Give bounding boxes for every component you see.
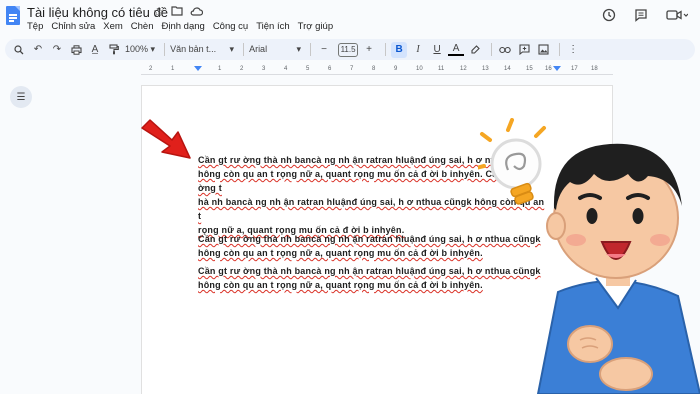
menu-extensions[interactable]: Tiện ích bbox=[256, 21, 289, 32]
insert-link-icon[interactable] bbox=[497, 42, 513, 58]
print-icon[interactable] bbox=[68, 42, 84, 58]
document-outline-button[interactable]: ☰ bbox=[10, 86, 32, 108]
ruler-tick: 9 bbox=[394, 66, 398, 72]
chevron-down-icon: ▾ bbox=[229, 44, 235, 54]
ruler-tick: 13 bbox=[482, 66, 489, 72]
document-title[interactable]: Tài liệu không có tiêu đề bbox=[27, 5, 168, 20]
ruler-tick: 2 bbox=[149, 66, 153, 72]
menu-format[interactable]: Định dạng bbox=[162, 21, 205, 32]
toolbar-divider bbox=[164, 43, 166, 56]
zoom-select[interactable]: 100% ▾ bbox=[125, 44, 155, 55]
header-right-actions bbox=[602, 8, 689, 25]
left-indent-marker[interactable] bbox=[194, 66, 202, 71]
title-bar: Tài liệu không có tiêu đề ☆ Tệp Chỉnh sử… bbox=[0, 0, 700, 37]
ruler-tick: 7 bbox=[350, 66, 354, 72]
ruler-tick: 5 bbox=[306, 66, 310, 72]
font-value: Arial bbox=[249, 44, 268, 54]
idea-man-illustration bbox=[478, 118, 700, 394]
horizontal-ruler: 2 1 1 2 3 4 5 6 7 8 9 10 11 12 13 14 15 … bbox=[141, 65, 613, 75]
ruler-tick: 11 bbox=[438, 66, 445, 72]
toolbar-divider bbox=[559, 43, 561, 56]
list-icon: ☰ bbox=[16, 91, 26, 103]
ruler-tick: 1 bbox=[218, 66, 222, 72]
ruler-tick: 6 bbox=[328, 66, 332, 72]
bold-button[interactable]: B bbox=[391, 41, 408, 58]
italic-button[interactable]: I bbox=[410, 42, 426, 58]
toolbar-divider bbox=[491, 43, 493, 56]
comments-icon[interactable] bbox=[634, 8, 648, 25]
menu-file[interactable]: Tệp bbox=[27, 21, 43, 32]
add-comment-icon[interactable] bbox=[516, 42, 532, 58]
chevron-down-icon: ▾ bbox=[296, 44, 302, 54]
ruler-tick: 10 bbox=[416, 66, 423, 72]
paint-format-icon[interactable] bbox=[106, 42, 122, 58]
menu-tools[interactable]: Công cụ bbox=[213, 21, 248, 32]
highlight-color-icon[interactable] bbox=[467, 42, 483, 58]
decrease-font-size-button[interactable]: − bbox=[316, 42, 332, 58]
ruler-tick: 15 bbox=[526, 66, 533, 72]
cloud-status-icon[interactable] bbox=[190, 5, 203, 19]
increase-font-size-button[interactable]: + bbox=[361, 42, 377, 58]
meet-icon[interactable] bbox=[666, 8, 689, 25]
toolbar-divider bbox=[243, 43, 245, 56]
paragraph-style-value: Văn bản t... bbox=[170, 44, 217, 54]
font-select[interactable]: Arial ▾ bbox=[249, 44, 301, 55]
zoom-value: 100% bbox=[125, 44, 149, 54]
lightbulb-icon bbox=[478, 118, 546, 205]
search-menus-icon[interactable] bbox=[11, 42, 27, 58]
ruler-tick: 12 bbox=[460, 66, 467, 72]
text-color-button[interactable]: A bbox=[448, 43, 465, 56]
ruler-tick: 1 bbox=[171, 66, 175, 72]
google-docs-window: Tài liệu không có tiêu đề ☆ Tệp Chỉnh sử… bbox=[0, 0, 700, 394]
menu-bar: Tệp Chỉnh sửa Xem Chèn Định dạng Công cụ… bbox=[27, 21, 333, 32]
spellcheck-icon[interactable]: A̲ bbox=[87, 42, 103, 58]
redo-icon[interactable]: ↷ bbox=[49, 42, 65, 58]
ruler-tick: 16 bbox=[545, 66, 552, 72]
ruler-tick: 4 bbox=[284, 66, 288, 72]
ruler-tick: 17 bbox=[571, 66, 578, 72]
paragraph-style-select[interactable]: Văn bản t... ▾ bbox=[170, 44, 234, 55]
menu-view[interactable]: Xem bbox=[103, 21, 123, 32]
menu-insert[interactable]: Chèn bbox=[131, 21, 154, 32]
history-icon[interactable] bbox=[602, 8, 616, 25]
ruler-tick: 18 bbox=[591, 66, 598, 72]
move-folder-icon[interactable] bbox=[171, 5, 183, 19]
red-arrow-icon bbox=[141, 119, 191, 159]
title-actions: ☆ bbox=[153, 5, 203, 19]
ruler-tick: 2 bbox=[240, 66, 244, 72]
ruler-tick: 14 bbox=[504, 66, 511, 72]
underline-button[interactable]: U bbox=[429, 42, 445, 58]
more-options-icon[interactable]: ⋮ bbox=[565, 42, 581, 58]
menu-edit[interactable]: Chỉnh sửa bbox=[51, 21, 95, 32]
undo-icon[interactable]: ↶ bbox=[30, 42, 46, 58]
menu-help[interactable]: Trợ giúp bbox=[298, 21, 333, 32]
docs-logo-icon[interactable] bbox=[6, 6, 20, 25]
formatting-toolbar: ↶ ↷ A̲ 100% ▾ Văn bản t... ▾ Arial ▾ − 11.… bbox=[5, 39, 695, 60]
toolbar-divider bbox=[385, 43, 387, 56]
right-indent-marker[interactable] bbox=[553, 66, 561, 71]
insert-image-icon[interactable] bbox=[535, 42, 551, 58]
star-icon[interactable]: ☆ bbox=[153, 5, 164, 19]
font-size-input[interactable]: 11.5 bbox=[338, 42, 359, 57]
ruler-tick: 3 bbox=[262, 66, 266, 72]
toolbar-divider bbox=[310, 43, 312, 56]
ruler-tick: 8 bbox=[372, 66, 376, 72]
